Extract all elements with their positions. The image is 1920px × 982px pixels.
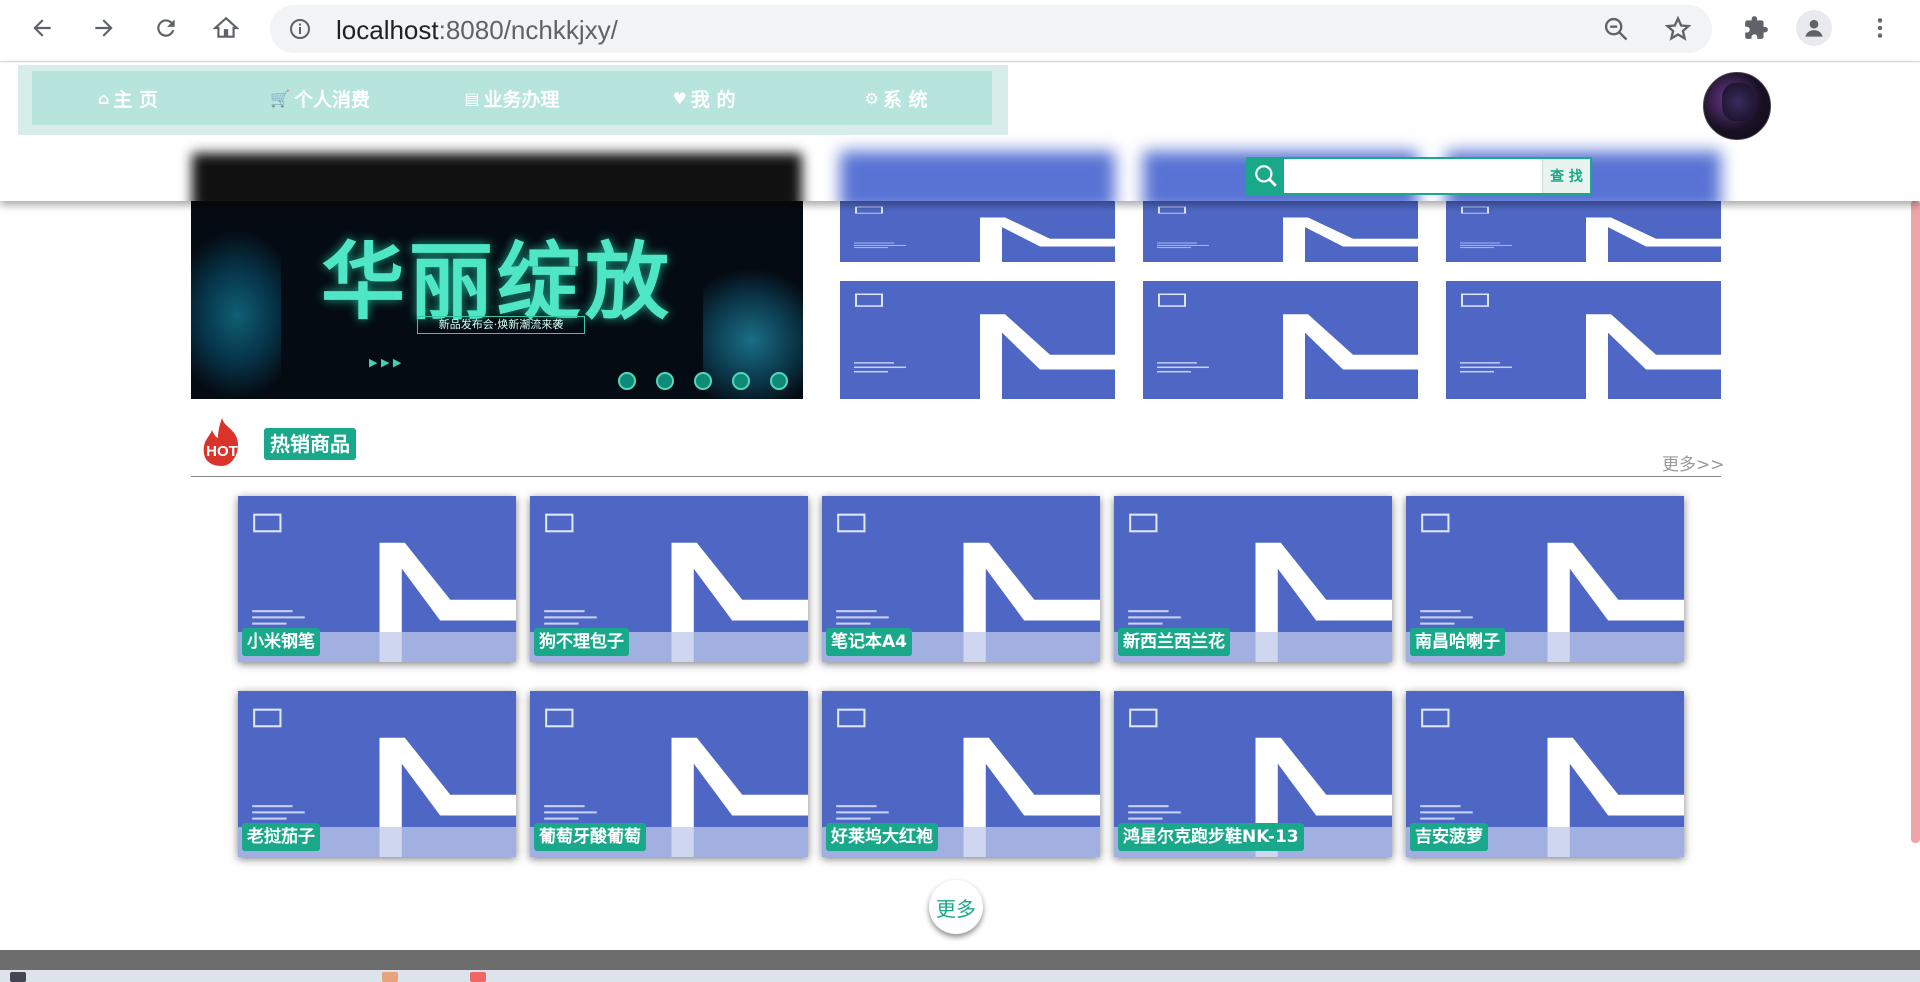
product-card[interactable]: 鸿星尔克跑步鞋NK-13 — [1114, 691, 1392, 857]
featured-tile[interactable] — [1446, 281, 1721, 399]
cart-icon: 🛒 — [270, 88, 290, 108]
hot-section-title: 热销商品 — [264, 428, 356, 460]
extensions-icon[interactable] — [1738, 10, 1774, 46]
carousel-dot[interactable] — [770, 372, 788, 390]
search-input[interactable] — [1284, 159, 1542, 193]
zoom-out-icon[interactable] — [1602, 15, 1630, 43]
product-name: 吉安菠萝 — [1410, 823, 1488, 851]
profile-icon[interactable] — [1796, 10, 1832, 46]
product-name: 葡萄牙酸葡萄 — [534, 823, 646, 851]
svg-text:HOT: HOT — [206, 443, 238, 460]
back-icon[interactable] — [24, 10, 60, 46]
heart-icon: ♥ — [672, 88, 687, 108]
search-icon[interactable] — [1248, 159, 1284, 193]
product-name: 狗不理包子 — [534, 628, 629, 656]
arrow-decoration: ▶ ▶ ▶ — [369, 356, 402, 369]
header-tile-shadow — [840, 151, 1115, 201]
carousel-dot[interactable] — [694, 372, 712, 390]
more-menu-icon[interactable] — [1862, 10, 1898, 46]
home-icon: ⌂ — [97, 88, 110, 108]
reload-icon[interactable] — [148, 10, 184, 46]
nav-system-label: 系 统 — [882, 88, 928, 111]
product-name: 新西兰西兰花 — [1118, 628, 1230, 656]
product-name: 鸿星尔克跑步鞋NK-13 — [1118, 823, 1304, 851]
forward-icon[interactable] — [86, 10, 122, 46]
taskbar-app-icon[interactable] — [470, 972, 486, 982]
carousel-dot[interactable] — [618, 372, 636, 390]
carousel-dots — [618, 372, 788, 390]
product-card[interactable]: 南昌哈喇子 — [1406, 496, 1684, 662]
carousel-dot[interactable] — [656, 372, 674, 390]
product-card[interactable]: 老挝茄子 — [238, 691, 516, 857]
product-name: 笔记本A4 — [826, 628, 912, 656]
product-card[interactable]: 小米钢笔 — [238, 496, 516, 662]
featured-tile[interactable] — [840, 200, 1115, 262]
page-footer — [0, 950, 1920, 970]
bookmark-star-icon[interactable] — [1664, 15, 1692, 43]
product-card[interactable]: 新西兰西兰花 — [1114, 496, 1392, 662]
browser-toolbar: localhost:8080/nchkkjxy/ — [0, 0, 1920, 62]
page-scrollbar[interactable] — [1911, 200, 1920, 843]
more-button[interactable]: 更多 — [929, 880, 983, 934]
section-divider — [191, 476, 1721, 477]
calculator-icon: ▤ — [464, 88, 480, 108]
product-name: 好莱坞大红袍 — [826, 823, 938, 851]
product-card[interactable]: 吉安菠萝 — [1406, 691, 1684, 857]
featured-tile[interactable] — [1446, 200, 1721, 262]
user-avatar[interactable] — [1703, 72, 1771, 140]
nav-mine[interactable]: ♥ 我 的 — [608, 71, 800, 125]
nav-business-label: 业务办理 — [483, 88, 560, 111]
product-name: 小米钢笔 — [242, 628, 320, 656]
url-text[interactable]: localhost:8080/nchkkjxy/ — [336, 15, 618, 46]
brochure-artwork — [1460, 293, 1721, 399]
nav-mine-label: 我 的 — [690, 88, 736, 111]
gear-icon: ⚙ — [864, 88, 879, 108]
search-bar: 查 找 — [1246, 157, 1592, 195]
brochure-artwork — [1157, 293, 1418, 399]
site-header: ⌂ 主 页 🛒 个人消费 ▤ 业务办理 ♥ 我 的 ⚙ 系 统 查 找 — [0, 63, 1920, 201]
nav-home[interactable]: ⌂ 主 页 — [32, 71, 224, 125]
product-card[interactable]: 笔记本A4 — [822, 496, 1100, 662]
nav-home-label: 主 页 — [113, 88, 159, 111]
brochure-artwork — [854, 293, 1115, 399]
search-button[interactable]: 查 找 — [1542, 159, 1590, 193]
hot-more-link[interactable]: 更多>> — [1662, 450, 1725, 475]
main-nav-container: ⌂ 主 页 🛒 个人消费 ▤ 业务办理 ♥ 我 的 ⚙ 系 统 — [18, 65, 1008, 135]
hot-flame-icon: HOT — [203, 418, 239, 466]
brochure-artwork — [854, 206, 1115, 262]
banner-carousel[interactable]: 华丽绽放 新品发布会·焕新潮流来袭 ▶ ▶ ▶ — [191, 200, 803, 399]
banner-subtitle: 新品发布会·焕新潮流来袭 — [417, 316, 585, 334]
product-card[interactable]: 葡萄牙酸葡萄 — [530, 691, 808, 857]
nav-business[interactable]: ▤ 业务办理 — [416, 71, 608, 125]
brochure-artwork — [1460, 206, 1721, 262]
nav-system[interactable]: ⚙ 系 统 — [800, 71, 992, 125]
nav-consumption[interactable]: 🛒 个人消费 — [224, 71, 416, 125]
product-name: 老挝茄子 — [242, 823, 320, 851]
product-name: 南昌哈喇子 — [1410, 628, 1505, 656]
featured-tile[interactable] — [840, 281, 1115, 399]
featured-tile[interactable] — [1143, 281, 1418, 399]
product-card[interactable]: 狗不理包子 — [530, 496, 808, 662]
brochure-artwork — [1157, 206, 1418, 262]
carousel-dot[interactable] — [732, 372, 750, 390]
nav-consumption-label: 个人消费 — [293, 88, 370, 111]
header-banner-shadow — [192, 153, 802, 201]
taskbar-app-icon[interactable] — [382, 972, 398, 982]
os-taskbar — [0, 970, 1920, 982]
featured-tile[interactable] — [1143, 200, 1418, 262]
address-bar[interactable]: localhost:8080/nchkkjxy/ — [270, 5, 1712, 53]
product-card[interactable]: 好莱坞大红袍 — [822, 691, 1100, 857]
start-icon[interactable] — [10, 972, 26, 982]
site-info-icon[interactable] — [288, 17, 312, 41]
home-icon[interactable] — [208, 10, 244, 46]
main-nav: ⌂ 主 页 🛒 个人消费 ▤ 业务办理 ♥ 我 的 ⚙ 系 统 — [32, 71, 992, 125]
